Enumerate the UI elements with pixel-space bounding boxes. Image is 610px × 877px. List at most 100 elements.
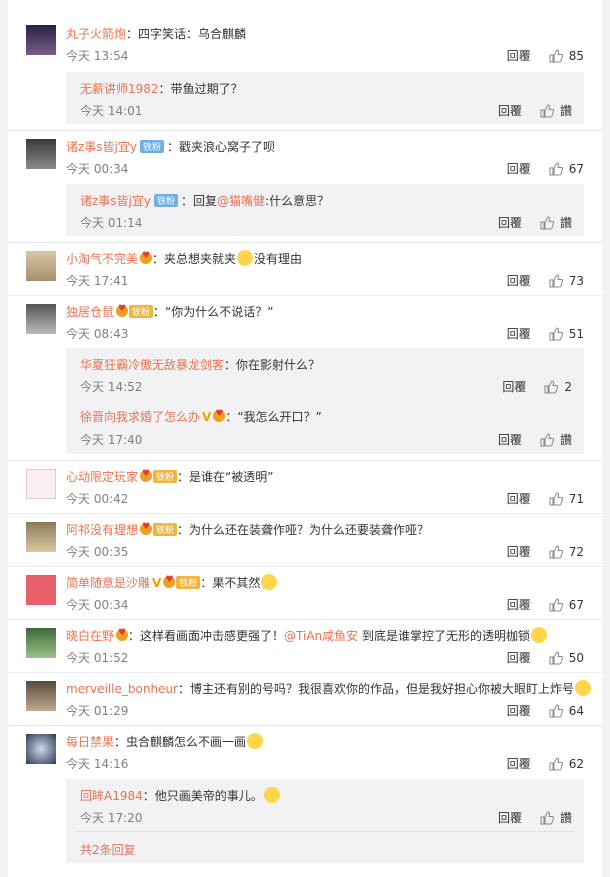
username[interactable]: 诸z事s皆j宜y <box>80 194 151 208</box>
reply-button[interactable]: 回覆 <box>507 47 531 64</box>
username[interactable]: merveille_bonheur <box>66 682 178 696</box>
like-button[interactable]: 50 <box>549 651 584 665</box>
thumbs-up-icon <box>544 379 559 393</box>
like-label: 讚 <box>559 104 572 118</box>
reply-box: 回眸A1984：他只画美帝的事儿。 今天 17:20 回覆讚 共2条回复 <box>66 779 584 863</box>
thumbs-up-icon <box>549 273 563 287</box>
timestamp: 今天 01:29 <box>66 704 129 718</box>
like-button[interactable]: 51 <box>549 327 584 341</box>
divider <box>8 566 602 567</box>
username[interactable]: 每日禁果 <box>66 735 114 749</box>
reply-button[interactable]: 回覆 <box>507 702 531 719</box>
avatar[interactable] <box>26 575 56 605</box>
avatar[interactable] <box>26 628 56 658</box>
username[interactable]: 心动限定玩家 <box>66 470 138 484</box>
like-count: 64 <box>568 703 584 718</box>
reply-button[interactable]: 回覆 <box>498 809 522 826</box>
worried-emoji-icon <box>575 680 591 696</box>
reply-button[interactable]: 回覆 <box>507 325 531 342</box>
like-button[interactable]: 2 <box>544 380 572 394</box>
mention-link[interactable]: @TiAn咸鱼安 <box>284 629 358 643</box>
thumbs-up-icon <box>540 215 554 229</box>
username[interactable]: 丸子火箭炮 <box>66 27 126 41</box>
like-count: 73 <box>568 273 584 288</box>
like-button[interactable]: 64 <box>549 704 584 718</box>
thumbs-up-icon <box>549 650 563 664</box>
username[interactable]: 华夏狂霸冷傲无敌暴龙剑客 <box>80 358 224 372</box>
reply-button[interactable]: 回覆 <box>498 214 522 231</box>
reply-button[interactable]: 回覆 <box>498 431 522 448</box>
reply-button[interactable]: 回覆 <box>507 596 531 613</box>
reply-button[interactable]: 回覆 <box>507 649 531 666</box>
like-button[interactable]: 讚 <box>540 102 572 119</box>
username[interactable]: 小淘气不完美 <box>66 252 138 266</box>
fan-badge: 铁粉 <box>176 576 201 589</box>
like-button[interactable]: 73 <box>549 274 584 288</box>
grin-emoji-icon <box>247 733 264 749</box>
username[interactable]: 徐晋向我求婚了怎么办 <box>80 410 200 424</box>
divider <box>8 513 602 514</box>
avatar[interactable] <box>26 251 56 281</box>
reply-button[interactable]: 回覆 <box>502 378 526 395</box>
thumbs-up-icon <box>540 103 554 117</box>
username[interactable]: 独居仓鼠 <box>66 305 114 319</box>
username[interactable]: 无薪讲师1982 <box>80 82 159 96</box>
like-button[interactable]: 85 <box>549 49 584 63</box>
avatar[interactable] <box>26 681 56 711</box>
laugh-emoji-icon <box>261 574 278 590</box>
timestamp: 今天 00:34 <box>66 162 129 176</box>
avatar[interactable] <box>26 304 56 334</box>
username[interactable]: 简单随意是沙雕 <box>66 576 150 590</box>
like-button[interactable]: 67 <box>549 162 584 176</box>
like-label: 讚 <box>559 216 572 230</box>
avatar[interactable] <box>26 734 56 764</box>
like-count: 67 <box>568 597 584 612</box>
smile-emoji-icon <box>531 627 547 643</box>
reply-box: 华夏狂霸冷傲无敌暴龙剑客：你在影射什么？ 今天 14:52 回覆 2 徐晋向我求婚… <box>66 348 584 454</box>
like-button[interactable]: 72 <box>549 545 584 559</box>
username[interactable]: 回眸A1984 <box>80 789 143 803</box>
like-count: 62 <box>568 756 584 771</box>
timestamp: 今天 13:54 <box>66 49 129 63</box>
like-button[interactable]: 讚 <box>540 214 572 231</box>
timestamp: 今天 14:01 <box>80 104 143 118</box>
reply-text: 他只画美帝的事儿。 <box>154 789 263 803</box>
thumbs-up-icon <box>540 810 554 824</box>
timestamp: 今天 17:41 <box>66 274 129 288</box>
like-button[interactable]: 62 <box>549 757 584 771</box>
comment-text: 是谁在“被透明” <box>189 470 274 484</box>
reply-text: 带鱼过期了？ <box>170 82 243 96</box>
like-button[interactable]: 71 <box>549 492 584 506</box>
like-button[interactable]: 67 <box>549 598 584 612</box>
fan-heart-icon <box>140 251 153 264</box>
fan-badge: 铁粉 <box>153 523 178 536</box>
username[interactable]: 晓白在野 <box>66 629 114 643</box>
avatar[interactable] <box>26 139 56 169</box>
like-button[interactable]: 讚 <box>540 809 572 826</box>
reply-button[interactable]: 回覆 <box>507 755 531 772</box>
like-count: 2 <box>564 379 572 394</box>
divider <box>8 619 602 620</box>
like-count: 71 <box>568 491 584 506</box>
avatar[interactable] <box>26 469 56 499</box>
like-label: 讚 <box>559 433 572 447</box>
like-count: 51 <box>568 326 584 341</box>
reply-button[interactable]: 回覆 <box>507 543 531 560</box>
reply-button[interactable]: 回覆 <box>507 160 531 177</box>
username[interactable]: 诸z事s皆j宜y <box>66 140 137 154</box>
like-button[interactable]: 讚 <box>540 431 572 448</box>
comment-text: 夹总想夹就夹 <box>164 252 237 266</box>
fan-badge: 铁粉 <box>154 194 179 207</box>
reply-button[interactable]: 回覆 <box>498 102 522 119</box>
reply-button[interactable]: 回覆 <box>507 490 531 507</box>
timestamp: 今天 17:40 <box>80 433 143 447</box>
like-count: 50 <box>568 650 584 665</box>
more-replies-link[interactable]: 共2条回复 <box>80 843 136 857</box>
timestamp: 今天 00:34 <box>66 598 129 612</box>
avatar[interactable] <box>26 522 56 552</box>
fan-badge: 铁粉 <box>153 470 178 483</box>
username[interactable]: 阿祁没有理想 <box>66 523 138 537</box>
reply-button[interactable]: 回覆 <box>507 272 531 289</box>
mention-link[interactable]: @猫嘴健 <box>217 194 265 208</box>
avatar[interactable] <box>26 25 56 55</box>
